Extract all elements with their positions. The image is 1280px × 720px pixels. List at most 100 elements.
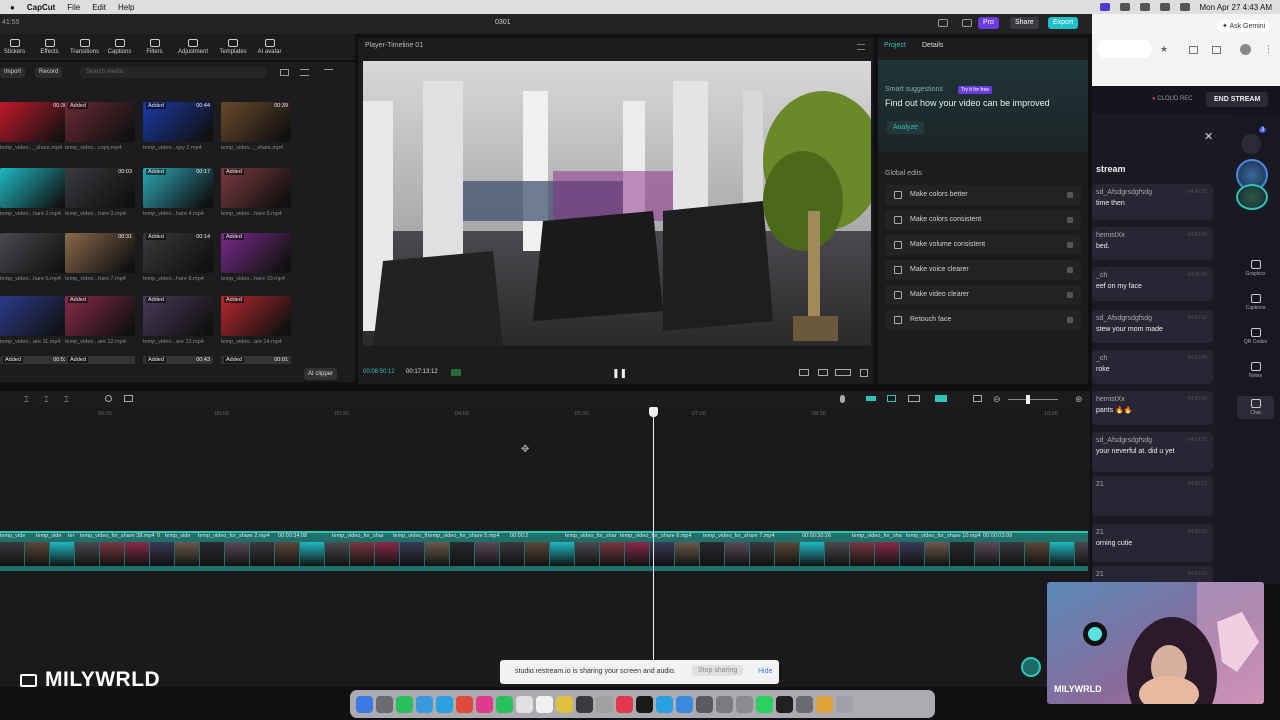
preview-axis-icon[interactable] [908, 395, 920, 402]
global-edit-item[interactable]: Make colors consistent [885, 210, 1081, 230]
clip-thumbnail[interactable] [725, 542, 749, 566]
global-edit-item[interactable]: Make video clearer [885, 285, 1081, 305]
clip-thumbnail[interactable] [600, 542, 624, 566]
profile-avatar[interactable] [1240, 44, 1251, 55]
dock-app-icon[interactable] [416, 695, 433, 713]
chat-message[interactable]: 21 04:20:00 orning cutie [1092, 524, 1213, 562]
clip-thumbnail[interactable] [875, 542, 899, 566]
clip-thumbnail[interactable] [475, 542, 499, 566]
clip-thumbnail[interactable] [50, 542, 74, 566]
zoom-out-icon[interactable]: ⊖ [993, 394, 1001, 405]
tab-details[interactable]: Details [922, 42, 943, 49]
tool-stickers[interactable]: Stickers [0, 34, 29, 60]
clip-thumbnail[interactable] [300, 542, 324, 566]
media-thumb[interactable]: Added 00:14 [143, 233, 213, 273]
analyze-button[interactable]: Analyze [887, 121, 924, 134]
edit-toggle[interactable] [1067, 192, 1073, 198]
clip-thumbnail[interactable] [1000, 542, 1024, 566]
edit-toggle[interactable] [1067, 317, 1073, 323]
end-stream-button[interactable]: END STREAM [1206, 92, 1269, 107]
sort-icon[interactable] [300, 69, 309, 76]
tool-ai-avatar[interactable]: AI avatar [255, 34, 284, 60]
clip-thumbnail[interactable] [625, 542, 649, 566]
dock-app-icon[interactable] [516, 695, 533, 713]
chat-message[interactable]: sd_Afsdgrsdgfsdg 04:19:35 your neverful at… [1092, 432, 1213, 472]
media-thumb[interactable]: 00:30 [0, 102, 70, 142]
assistant-icon[interactable] [1021, 657, 1041, 677]
zoom-in-icon[interactable]: ⊕ [1075, 394, 1083, 405]
clip-thumbnail[interactable] [150, 542, 174, 566]
magnet-icon[interactable] [935, 395, 947, 402]
grid-view-icon[interactable] [280, 69, 289, 76]
media-thumb[interactable] [0, 168, 70, 208]
dock-app-icon[interactable] [716, 695, 733, 713]
share-button[interactable]: Share [1010, 17, 1039, 29]
marker-icon[interactable] [105, 395, 112, 402]
clip-thumbnail[interactable] [275, 542, 299, 566]
sidebar-item-captions[interactable]: Captions [1237, 294, 1274, 311]
ratio-icon[interactable] [835, 369, 851, 376]
menu-app-name[interactable]: CapCut [27, 3, 55, 12]
global-edit-item[interactable]: Make colors better [885, 185, 1081, 205]
dock-app-icon[interactable] [576, 695, 593, 713]
dock-app-icon[interactable] [836, 695, 853, 713]
player-menu-icon[interactable] [857, 44, 865, 50]
link-icon[interactable] [866, 396, 876, 401]
close-icon[interactable]: ✕ [1204, 130, 1213, 143]
video-preview[interactable] [363, 61, 871, 346]
clip-thumbnail[interactable] [100, 542, 124, 566]
chat-message[interactable]: 21 04:20:13 [1092, 476, 1213, 516]
tool-adjustment[interactable]: Adjustment [175, 34, 211, 60]
trim-left-icon[interactable]: ⌶ [44, 395, 49, 405]
global-edit-item[interactable]: Retouch face [885, 310, 1081, 330]
media-thumb[interactable]: Added 00:43 [143, 356, 213, 364]
clip-thumbnail[interactable] [325, 542, 349, 566]
dock-app-icon[interactable] [536, 695, 553, 713]
tab-project[interactable]: Project [884, 42, 906, 49]
sidebar-item-graphics[interactable]: Graphics [1237, 260, 1274, 277]
tab-icon[interactable] [1212, 46, 1221, 54]
dock-app-icon[interactable] [816, 695, 833, 713]
pause-button[interactable]: ❚❚ [612, 368, 627, 379]
dock-app-icon[interactable] [696, 695, 713, 713]
clip-thumbnail[interactable] [350, 542, 374, 566]
chat-message[interactable]: sd_Afsdgrsdgfsdg 04:10:52 stew your mom ma… [1092, 310, 1213, 343]
split-icon[interactable]: ⌶ [24, 395, 29, 405]
ai-clipper-button[interactable]: AI clipper [304, 368, 338, 380]
clip-thumbnail[interactable] [450, 542, 474, 566]
clip-thumbnail[interactable] [950, 542, 974, 566]
clip-thumbnail[interactable] [425, 542, 449, 566]
zoom-fit-icon[interactable] [973, 395, 982, 402]
wifi-icon[interactable] [1139, 3, 1150, 11]
chat-message[interactable]: _ch 04:05:04 eef on my face [1092, 267, 1213, 301]
media-thumb[interactable] [0, 296, 70, 336]
tool-effects[interactable]: Effects [35, 34, 64, 60]
clip-thumbnail[interactable] [775, 542, 799, 566]
clip-thumbnail[interactable] [700, 542, 724, 566]
video-track[interactable]: temp_vide temp_vide ter temp_video_for_shar… [0, 531, 1088, 571]
menubar-datetime[interactable]: Mon Apr 27 4:43 AM [1200, 3, 1273, 12]
media-thumb[interactable]: Added 00:01 [221, 356, 291, 364]
sidebar-item-qr-codes[interactable]: QR Codes [1237, 328, 1274, 345]
clip-thumbnail[interactable] [900, 542, 924, 566]
global-edit-item[interactable]: Make volume consistent [885, 235, 1081, 255]
dock-app-icon[interactable] [616, 695, 633, 713]
media-thumb[interactable]: Added [221, 296, 291, 336]
dock-app-icon[interactable] [756, 695, 773, 713]
dock-app-icon[interactable] [676, 695, 693, 713]
media-thumb[interactable]: Added [65, 296, 135, 336]
dock-app-icon[interactable] [556, 695, 573, 713]
media-thumb[interactable]: Added 00:52 [0, 356, 70, 364]
zoom-slider-handle[interactable] [1026, 395, 1030, 404]
media-thumb[interactable]: Added [221, 168, 291, 208]
dock-app-icon[interactable] [436, 695, 453, 713]
clip-thumbnail[interactable] [1075, 542, 1088, 566]
clip-thumbnail[interactable] [125, 542, 149, 566]
menu-file[interactable]: File [67, 3, 80, 12]
clip-thumbnail[interactable] [925, 542, 949, 566]
clip-thumbnail[interactable] [850, 542, 874, 566]
apple-icon[interactable]: ● [10, 3, 15, 12]
extension-icon[interactable] [1189, 46, 1198, 54]
crop-icon[interactable] [124, 395, 133, 402]
subtitle-icon[interactable] [799, 369, 809, 376]
